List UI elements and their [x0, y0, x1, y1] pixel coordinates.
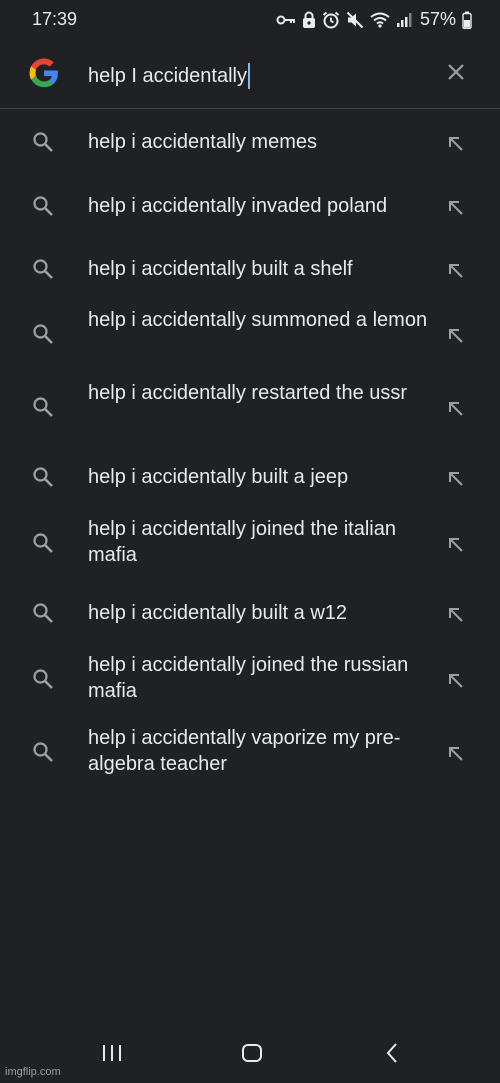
suggestion-text: help i accidentally built a w12	[88, 602, 348, 624]
fill-query-arrow-icon[interactable]	[444, 397, 468, 421]
search-icon	[31, 395, 55, 419]
navigation-bar	[0, 1030, 500, 1080]
battery-percent: 57%	[419, 9, 456, 29]
fill-query-arrow-icon[interactable]	[444, 603, 468, 627]
suggestion-text: help i accidentally joined the russian m…	[88, 654, 409, 702]
signal-icon	[396, 12, 412, 28]
suggestion-item[interactable]: help i accidentally memes	[0, 110, 500, 174]
status-time: 17:39	[32, 9, 78, 29]
search-bar: help I accidentally	[0, 44, 500, 106]
search-icon	[31, 257, 55, 281]
search-icon	[31, 194, 55, 218]
fill-query-arrow-icon[interactable]	[444, 742, 468, 766]
recent-apps-button[interactable]	[97, 1042, 127, 1068]
suggestion-item[interactable]: help i accidentally built a jeep	[0, 445, 500, 509]
suggestion-text: help i accidentally restarted the ussr	[88, 382, 408, 404]
suggestion-item[interactable]: help i accidentally invaded poland	[0, 174, 500, 238]
search-icon	[31, 130, 55, 154]
search-input[interactable]: help I accidentally	[88, 63, 250, 89]
fill-query-arrow-icon[interactable]	[444, 259, 468, 283]
google-logo	[27, 56, 61, 90]
vpn-key-icon	[276, 12, 296, 28]
search-icon	[31, 667, 55, 691]
fill-query-arrow-icon[interactable]	[444, 467, 468, 491]
suggestion-text: help i accidentally built a jeep	[88, 466, 349, 488]
lock-icon	[302, 11, 316, 29]
alarm-icon	[322, 11, 340, 29]
home-button[interactable]	[237, 1042, 267, 1068]
watermark: imgflip.com	[5, 1066, 61, 1078]
suggestion-item[interactable]: help i accidentally restarted the ussr	[0, 372, 500, 442]
search-icon	[31, 601, 55, 625]
search-icon	[31, 740, 55, 764]
clear-search-button[interactable]	[440, 58, 472, 90]
wifi-icon	[370, 12, 390, 28]
suggestion-text: help i accidentally invaded poland	[88, 195, 388, 217]
fill-query-arrow-icon[interactable]	[444, 669, 468, 693]
fill-query-arrow-icon[interactable]	[444, 196, 468, 220]
text-caret	[247, 63, 250, 89]
search-icon	[31, 322, 55, 346]
fill-query-arrow-icon[interactable]	[444, 324, 468, 348]
battery-icon	[462, 11, 472, 29]
suggestion-text: help i accidentally vaporize my pre-alge…	[88, 727, 401, 775]
fill-query-arrow-icon[interactable]	[444, 533, 468, 557]
close-icon	[447, 63, 465, 86]
fill-query-arrow-icon[interactable]	[444, 132, 468, 156]
status-bar: 17:39 57%	[0, 0, 500, 40]
recent-apps-icon	[101, 1043, 123, 1068]
suggestion-text: help i accidentally joined the italian m…	[88, 518, 396, 566]
status-icons: 57%	[276, 9, 472, 30]
suggestion-item[interactable]: help i accidentally built a shelf	[0, 237, 500, 301]
suggestion-item[interactable]: help i accidentally summoned a lemon	[0, 299, 500, 369]
search-divider	[0, 108, 500, 109]
suggestion-item[interactable]: help i accidentally vaporize my pre-alge…	[0, 717, 500, 787]
suggestion-text: help i accidentally memes	[88, 131, 317, 153]
search-icon	[31, 531, 55, 555]
search-icon	[31, 465, 55, 489]
home-icon	[241, 1043, 263, 1068]
suggestion-text: help i accidentally built a shelf	[88, 258, 353, 280]
search-query-text: help I accidentally	[88, 64, 247, 87]
suggestion-item[interactable]: help i accidentally joined the italian m…	[0, 508, 500, 578]
mute-icon	[346, 11, 364, 29]
suggestion-text: help i accidentally summoned a lemon	[88, 309, 428, 331]
back-button[interactable]	[377, 1042, 407, 1068]
back-icon	[384, 1042, 400, 1069]
suggestion-item[interactable]: help i accidentally built a w12	[0, 581, 500, 645]
suggestion-item[interactable]: help i accidentally joined the russian m…	[0, 644, 500, 714]
